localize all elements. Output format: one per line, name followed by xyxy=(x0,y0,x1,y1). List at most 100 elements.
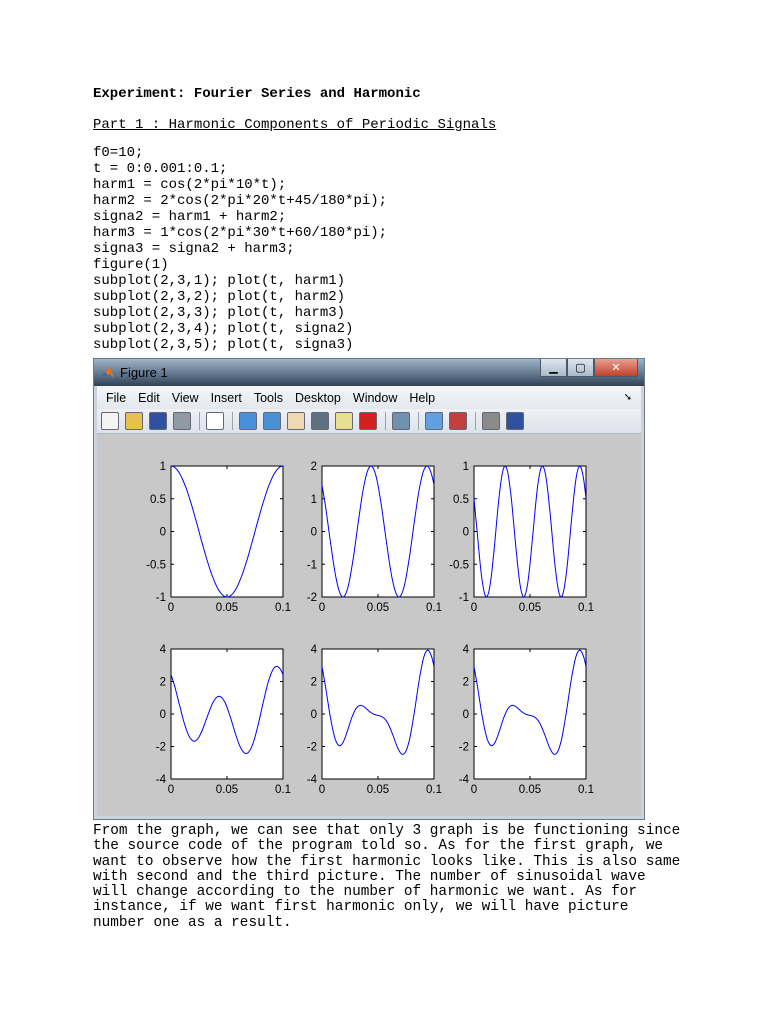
y-tick-label: 0 xyxy=(160,709,166,721)
code-line: t = 0:0.001:0.1; xyxy=(93,161,228,177)
dock-arrow-icon[interactable]: ➘ xyxy=(624,392,632,403)
x-tick-label: 0.05 xyxy=(216,784,238,796)
new-file-icon[interactable] xyxy=(101,412,119,430)
title-bar[interactable]: Figure 1 ▁ ▢ ✕ xyxy=(94,359,644,386)
y-tick-label: -2 xyxy=(307,592,317,604)
pointer-icon[interactable] xyxy=(206,412,224,430)
y-tick-label: -4 xyxy=(156,774,167,786)
x-tick-label: 0 xyxy=(319,602,325,614)
toolbar-separator xyxy=(232,412,233,430)
axes-box xyxy=(473,648,587,780)
y-tick-label: 4 xyxy=(463,644,470,656)
brush-icon[interactable] xyxy=(359,412,377,430)
document-page: Experiment: Fourier Series and Harmonic … xyxy=(0,0,768,1024)
subplot-3-harm3: 10.50-0.5-10 0.05 0.1 xyxy=(449,461,594,614)
menu-view[interactable]: View xyxy=(172,391,199,405)
y-tick-label: -1 xyxy=(459,592,469,604)
axes-box xyxy=(170,465,284,598)
x-tick-label: 0.1 xyxy=(426,602,442,614)
window-title: Figure 1 xyxy=(120,365,168,380)
code-line: subplot(2,3,1); plot(t, harm1) xyxy=(93,273,346,289)
y-tick-label: -1 xyxy=(156,592,166,604)
code-listing: f0=10; t = 0:0.001:0.1; harm1 = cos(2*pi*1… xyxy=(93,145,387,353)
menu-help[interactable]: Help xyxy=(409,391,435,405)
zoom-in-icon[interactable] xyxy=(239,412,257,430)
x-tick-label: 0.1 xyxy=(578,784,594,796)
subplot-5-signa3: 420-2-40 0.05 0.1 xyxy=(307,644,442,796)
subplot-2-harm2: 210-1-20 0.05 0.1 xyxy=(307,461,442,614)
x-tick-label: 0.05 xyxy=(519,784,541,796)
axes-box xyxy=(321,648,435,780)
y-tick-label: 4 xyxy=(160,644,167,656)
menu-edit[interactable]: Edit xyxy=(138,391,160,405)
toolbar xyxy=(97,409,641,434)
legend-icon[interactable] xyxy=(449,412,467,430)
paragraph-line: with second and the third picture. The n… xyxy=(93,868,646,885)
maximize-button[interactable]: ▢ xyxy=(567,359,594,377)
axes-box xyxy=(170,648,284,780)
code-line: subplot(2,3,4); plot(t, signa2) xyxy=(93,321,354,337)
y-tick-label: 1 xyxy=(311,494,317,506)
subplots-canvas: 10.50-0.5-10 0.05 0.1210-1-20 0.05 0.110.50-… xyxy=(146,461,594,796)
code-line: harm2 = 2*cos(2*pi*20*t+45/180*pi); xyxy=(93,193,388,209)
data-cursor-icon[interactable] xyxy=(335,412,353,430)
code-line: f0=10; xyxy=(93,145,144,161)
plot-area: 1 0.5 0 -0.5 -1 0 0.05 0.1 2 1 0 -1 -2 0 0.05 0.1 1 0.5 0-… xyxy=(97,434,641,816)
toolbar-separator xyxy=(385,412,386,430)
y-tick-label: -2 xyxy=(459,742,469,754)
open-folder-icon[interactable] xyxy=(125,412,143,430)
x-tick-label: 0.1 xyxy=(275,784,291,796)
x-tick-label: 0.05 xyxy=(367,784,389,796)
code-line: harm3 = 1*cos(2*pi*30*t+60/180*pi); xyxy=(93,225,388,241)
x-tick-label: 0.1 xyxy=(275,602,291,614)
paragraph-line: instance, if we want first harmonic only… xyxy=(93,899,629,916)
x-tick-label: 0.1 xyxy=(426,784,442,796)
code-line: harm1 = cos(2*pi*10*t); xyxy=(93,177,287,193)
save-icon[interactable] xyxy=(149,412,167,430)
x-tick-label: 0 xyxy=(471,784,477,796)
menu-desktop[interactable]: Desktop xyxy=(295,391,341,405)
toolbar-separator xyxy=(418,412,419,430)
colorbar-icon[interactable] xyxy=(425,412,443,430)
x-tick-label: 0.05 xyxy=(216,602,238,614)
rotate-3d-icon[interactable] xyxy=(311,412,329,430)
close-button[interactable]: ✕ xyxy=(594,359,638,377)
menu-file[interactable]: File xyxy=(106,391,126,405)
y-tick-label: 1 xyxy=(160,461,166,473)
y-tick-label: 0 xyxy=(311,527,317,539)
zoom-out-icon[interactable] xyxy=(263,412,281,430)
experiment-heading: Experiment: Fourier Series and Harmonic xyxy=(93,86,421,102)
x-tick-label: 0.1 xyxy=(578,602,594,614)
y-tick-label: -0.5 xyxy=(146,559,166,571)
toolbar-separator xyxy=(199,412,200,430)
code-line: subplot(2,3,3); plot(t, harm3) xyxy=(93,305,346,321)
y-tick-label: -2 xyxy=(156,742,166,754)
x-tick-label: 0 xyxy=(168,602,174,614)
paragraph-line: the source code of the program told so. … xyxy=(93,838,663,855)
code-line: subplot(2,3,2); plot(t, harm2) xyxy=(93,289,346,305)
pan-hand-icon[interactable] xyxy=(287,412,305,430)
link-plot-icon[interactable] xyxy=(392,412,410,430)
show-plot-tools-icon[interactable] xyxy=(506,412,524,430)
y-tick-label: 1 xyxy=(463,461,469,473)
paragraph-line: will change according to the number of h… xyxy=(93,884,638,901)
y-tick-label: 0.5 xyxy=(150,494,166,506)
subplot-1-harm1: 10.50-0.5-10 0.05 0.1 xyxy=(146,461,291,614)
menu-tools[interactable]: Tools xyxy=(254,391,283,405)
y-tick-label: 2 xyxy=(311,677,317,689)
y-tick-label: 2 xyxy=(160,677,166,689)
menu-window[interactable]: Window xyxy=(353,391,397,405)
x-tick-label: 0 xyxy=(319,784,325,796)
minimize-button[interactable]: ▁ xyxy=(540,359,567,377)
print-icon[interactable] xyxy=(173,412,191,430)
code-line: subplot(2,3,5); plot(t, signa3) xyxy=(93,337,354,353)
menu-insert[interactable]: Insert xyxy=(211,391,242,405)
y-tick-label: -0.5 xyxy=(449,559,469,571)
y-tick-label: 0 xyxy=(463,527,469,539)
menu-bar: File Edit View Insert Tools Desktop Window Help… xyxy=(97,386,641,409)
part-title: Part 1 : Harmonic Components of Periodic… xyxy=(93,117,497,133)
code-line: signa3 = signa2 + harm3; xyxy=(93,241,295,257)
matlab-logo-icon xyxy=(101,366,114,378)
y-tick-label: -4 xyxy=(459,774,470,786)
hide-plot-tools-icon[interactable] xyxy=(482,412,500,430)
